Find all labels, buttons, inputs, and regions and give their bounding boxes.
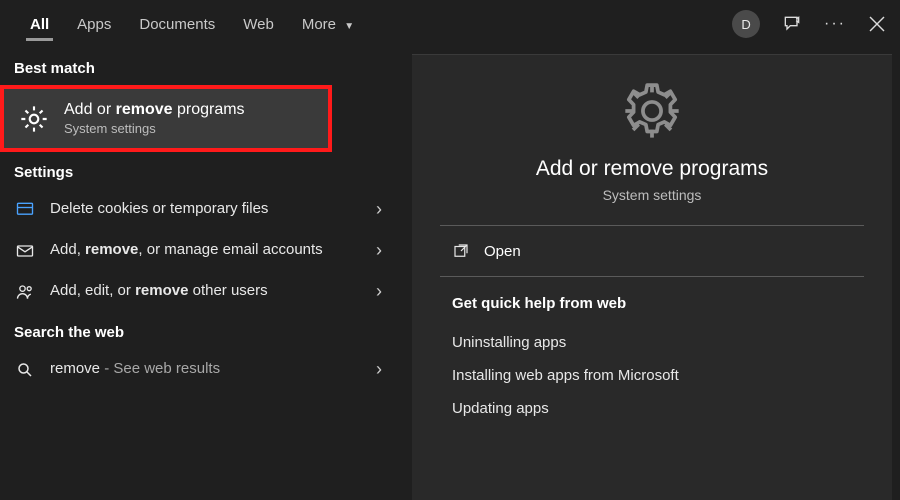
settings-row-text: Delete cookies or temporary files [50,199,358,219]
preview-subtitle: System settings [603,187,702,203]
row-pre: Add, [50,241,85,258]
preview-title: Add or remove programs [536,157,768,181]
help-block: Get quick help from web Uninstalling app… [412,277,892,425]
best-match-text: Add or remove programs System settings [64,101,245,136]
settings-row-cookies[interactable]: Delete cookies or temporary files › [0,189,400,230]
topbar-right: D ··· [732,10,894,38]
row-bold: remove [135,282,188,299]
settings-row-text: Add, edit, or remove other users [50,281,358,301]
tab-web[interactable]: Web [229,4,288,45]
filter-tabs: All Apps Documents Web More ▼ [16,4,368,45]
section-best-match: Best match [0,48,400,85]
web-search-text: remove - See web results [50,359,358,379]
row-pre: Add, edit, or [50,282,135,299]
row-post: , or manage email accounts [138,241,322,258]
close-icon[interactable] [868,15,886,33]
system-icon [14,200,36,220]
gear-icon [18,103,50,135]
help-title: Get quick help from web [452,295,852,312]
help-link-updating[interactable]: Updating apps [452,392,852,425]
more-options-icon[interactable]: ··· [824,15,846,33]
help-link-installing[interactable]: Installing web apps from Microsoft [452,359,852,392]
avatar-initial: D [741,17,750,32]
tab-all[interactable]: All [16,4,63,45]
open-label: Open [484,243,521,260]
settings-row-email[interactable]: Add, remove, or manage email accounts › [0,230,400,271]
best-match-result[interactable]: Add or remove programs System settings [0,85,332,152]
settings-row-users[interactable]: Add, edit, or remove other users › [0,271,400,312]
section-settings: Settings [0,152,400,189]
settings-row-text: Add, remove, or manage email accounts [50,240,358,260]
users-icon [14,282,36,302]
chevron-down-icon: ▼ [344,21,354,32]
chevron-right-icon[interactable]: › [372,240,386,261]
tab-more[interactable]: More ▼ [288,4,368,45]
tab-more-label: More [302,16,336,33]
tab-apps[interactable]: Apps [63,4,125,45]
user-avatar[interactable]: D [732,10,760,38]
chevron-right-icon[interactable]: › [372,359,386,380]
chevron-right-icon[interactable]: › [372,199,386,220]
web-term: remove [50,360,100,377]
best-match-title: Add or remove programs [64,101,245,119]
web-search-row[interactable]: remove - See web results › [0,349,400,390]
search-topbar: All Apps Documents Web More ▼ D ··· [0,0,900,48]
preview-panel: Add or remove programs System settings O… [412,54,892,500]
help-link-uninstalling[interactable]: Uninstalling apps [452,326,852,359]
tab-documents[interactable]: Documents [125,4,229,45]
bm-title-pre: Add or [64,101,116,118]
open-action[interactable]: Open [412,226,892,276]
results-panel: Best match Add or remove programs System… [0,48,400,500]
bm-title-post: programs [173,101,245,118]
best-match-subtitle: System settings [64,121,245,136]
mail-icon [14,241,36,261]
gear-icon [620,79,684,143]
bm-title-bold: remove [116,101,173,118]
content-area: Best match Add or remove programs System… [0,48,900,500]
search-icon [14,361,36,379]
open-icon [452,242,470,260]
section-search-web: Search the web [0,312,400,349]
chevron-right-icon[interactable]: › [372,281,386,302]
row-bold: remove [85,241,138,258]
feedback-icon[interactable] [782,14,802,34]
web-suffix: - See web results [100,360,220,377]
preview-hero: Add or remove programs System settings [412,55,892,225]
row-post: other users [188,282,267,299]
